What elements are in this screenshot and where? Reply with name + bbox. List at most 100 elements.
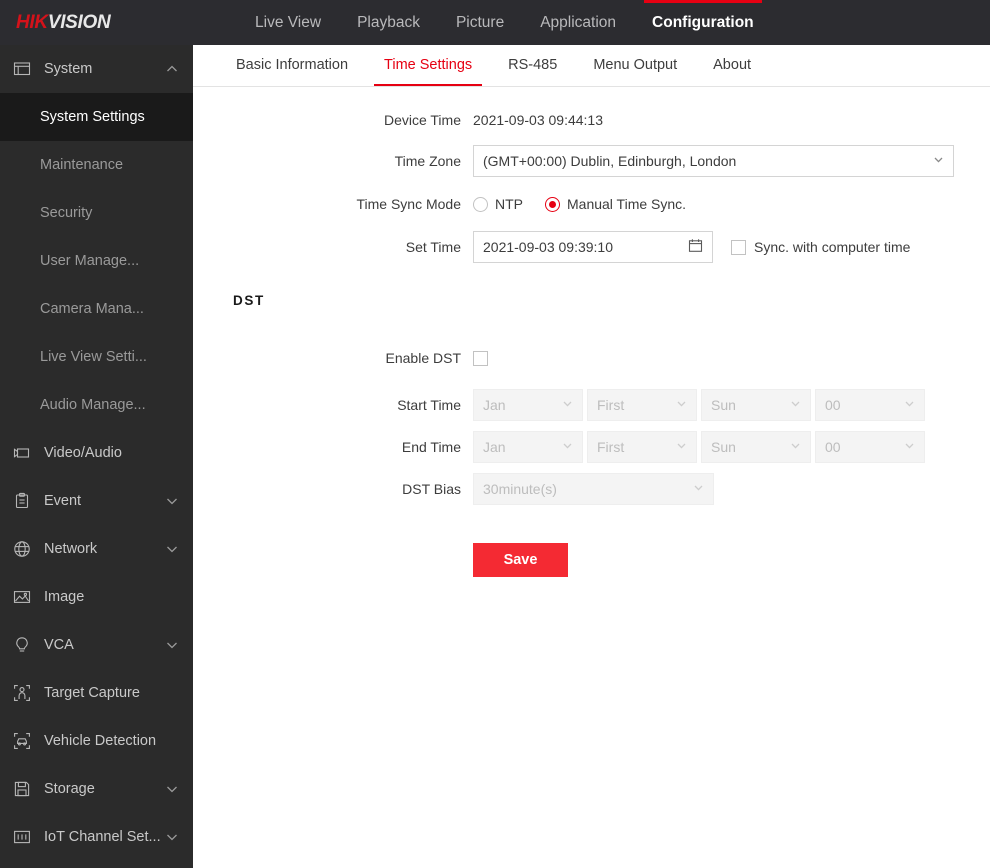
dst-end-month-select: Jan [473,431,583,463]
chevron-down-icon [675,439,688,455]
tab-basic-information[interactable]: Basic Information [218,44,366,86]
tab-time-settings[interactable]: Time Settings [366,44,490,86]
sync-computer-time-checkbox[interactable] [731,239,746,255]
tab-bar: Basic Information Time Settings RS-485 Menu… [193,45,990,87]
logo-hik-text: HIK [16,11,48,33]
sidebar-item-label: Network [44,541,98,557]
sidebar-subitem-security[interactable]: Security [0,189,193,237]
sidebar-item-target-capture[interactable]: Target Capture [0,669,193,717]
sidebar-item-storage[interactable]: Storage [0,765,193,813]
time-sync-mode-label: Time Sync Mode [356,196,461,212]
sidebar-item-event[interactable]: Event [0,477,193,525]
time-zone-select[interactable]: (GMT+00:00) Dublin, Edinburgh, London [473,145,954,177]
sidebar-subitem-live-view-setti[interactable]: Live View Setti... [0,333,193,381]
hikvision-logo: HIKVISION [0,12,193,34]
sidebar-item-label: Vehicle Detection [44,733,157,749]
dst-bias-label: DST Bias [402,481,461,497]
chevron-down-icon [675,397,688,413]
dst-end-month-value: Jan [483,439,506,455]
ntp-radio-label: NTP [495,196,523,212]
set-time-value: 2021-09-03 09:39:10 [483,239,613,255]
dst-end-time-label: End Time [401,439,461,455]
manual-time-sync-radio-icon[interactable] [545,196,560,212]
time-sync-mode-row: Time Sync Mode NTP Manual Time Sync. [193,189,990,219]
topnav-item-picture[interactable]: Picture [438,0,522,45]
image-icon [12,587,32,607]
tab-menu-output[interactable]: Menu Output [575,44,695,86]
chevron-down-icon[interactable] [165,638,179,652]
chevron-none-icon[interactable] [165,446,179,460]
dst-end-hour-value: 00 [825,439,841,455]
set-time-input[interactable]: 2021-09-03 09:39:10 [473,231,713,263]
dst-start-hour-select: 00 [815,389,925,421]
chevron-down-icon [692,481,705,497]
sidebar-item-system[interactable]: System [0,45,193,93]
manual-time-sync-radio-label: Manual Time Sync. [567,196,687,212]
topnav-item-live-view[interactable]: Live View [237,0,339,45]
manual-time-sync-radio-option[interactable]: Manual Time Sync. [545,196,686,212]
chevron-down-icon[interactable] [165,542,179,556]
sidebar-subitem-maintenance[interactable]: Maintenance [0,141,193,189]
top-navigation: Live View Playback Picture Application Confi… [237,0,772,45]
save-button[interactable]: Save [473,543,568,577]
sidebar-item-label: System [44,61,93,77]
app-header: HIKVISION Live View Playback Picture Applic… [0,0,990,45]
topnav-item-playback[interactable]: Playback [339,0,438,45]
dst-start-day-value: Sun [711,397,736,413]
chevron-none-icon[interactable] [165,686,179,700]
person-frame-icon [12,683,32,703]
sidebar-item-vca[interactable]: VCA [0,621,193,669]
chevron-down-icon[interactable] [165,494,179,508]
calendar-icon[interactable] [688,238,703,256]
sidebar-item-image[interactable]: Image [0,573,193,621]
sidebar-item-label: VCA [44,637,74,653]
dst-bias-value: 30minute(s) [483,481,557,497]
dst-end-hour-select: 00 [815,431,925,463]
sidebar-subitem-system-settings[interactable]: System Settings [0,93,193,141]
dst-start-time-label: Start Time [397,397,461,413]
sync-computer-time-option[interactable]: Sync. with computer time [731,239,910,255]
camera-icon [12,443,32,463]
sync-computer-time-label: Sync. with computer time [754,239,911,255]
chevron-up-icon[interactable] [165,62,179,76]
logo-vision-text: VISION [47,11,111,33]
sidebar[interactable]: System System Settings Maintenance Security… [0,45,193,868]
chevron-down-icon [789,397,802,413]
sidebar-item-video-audio[interactable]: Video/Audio [0,429,193,477]
sidebar-subitem-camera-mana[interactable]: Camera Mana... [0,285,193,333]
enable-dst-checkbox[interactable] [473,350,488,366]
sidebar-item-label: Target Capture [44,685,140,701]
chevron-down-icon[interactable] [165,782,179,796]
time-zone-row: Time Zone (GMT+00:00) Dublin, Edinburgh,… [193,145,990,177]
ntp-radio-icon[interactable] [473,196,488,212]
tab-rs-485[interactable]: RS-485 [490,44,575,86]
enable-dst-row: Enable DST [193,343,990,373]
tab-about[interactable]: About [695,44,769,86]
dst-start-week-value: First [597,397,625,413]
dst-start-month-value: Jan [483,397,506,413]
dst-end-day-value: Sun [711,439,736,455]
ntp-radio-option[interactable]: NTP [473,196,523,212]
floppy-icon [12,779,32,799]
sidebar-subitem-audio-manage[interactable]: Audio Manage... [0,381,193,429]
topnav-item-configuration[interactable]: Configuration [634,0,772,45]
sidebar-item-label: Video/Audio [44,445,122,461]
sidebar-item-label: Image [44,589,85,605]
dst-end-week-value: First [597,439,625,455]
chevron-down-icon[interactable] [165,830,179,844]
sidebar-item-label: Event [44,493,82,509]
sidebar-item-iot-channel-set[interactable]: IoT Channel Set... [0,813,193,861]
sidebar-item-network[interactable]: Network [0,525,193,573]
dst-start-month-select: Jan [473,389,583,421]
dst-end-day-select: Sun [701,431,811,463]
clipboard-icon [12,491,32,511]
chevron-none-icon[interactable] [165,590,179,604]
device-time-row: Device Time 2021-09-03 09:44:13 [193,105,990,135]
chevron-none-icon[interactable] [165,734,179,748]
set-time-row: Set Time 2021-09-03 09:39:10 Sync. with … [193,231,990,263]
device-time-value: 2021-09-03 09:44:13 [473,112,603,128]
sidebar-subitem-user-manage[interactable]: User Manage... [0,237,193,285]
device-time-label: Device Time [383,112,461,128]
sidebar-item-vehicle-detection[interactable]: Vehicle Detection [0,717,193,765]
topnav-item-application[interactable]: Application [522,0,634,45]
